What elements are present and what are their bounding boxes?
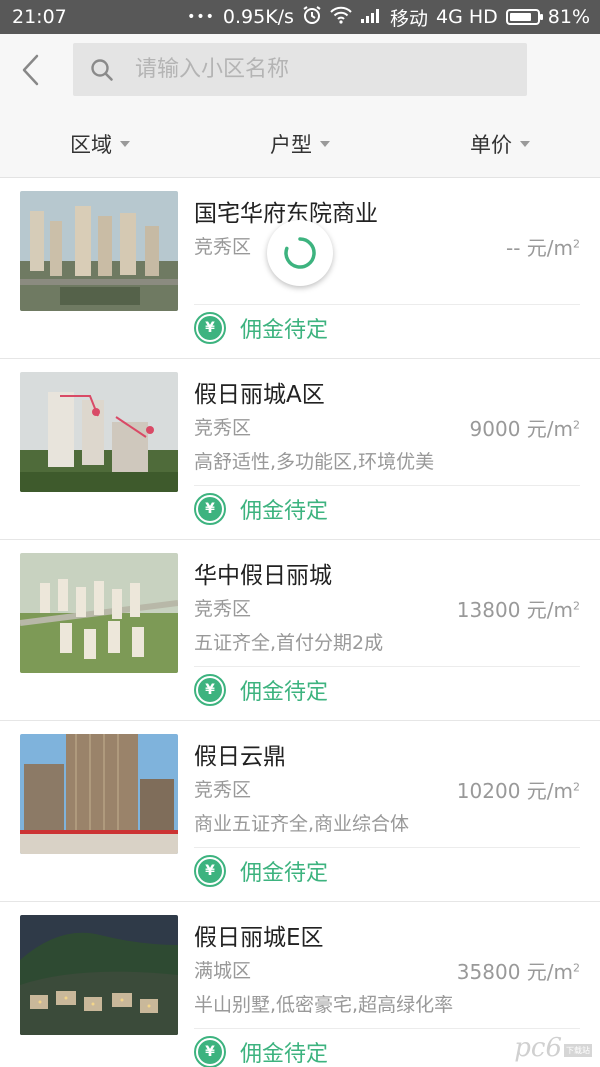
price-unit-superscript: 2: [573, 780, 580, 794]
search-icon: [91, 58, 113, 81]
commission-label: 佣金待定: [240, 1042, 329, 1067]
price-value: 9000 元/m: [469, 417, 573, 441]
watermark: pc6 下载站: [514, 1033, 592, 1063]
watermark-logo: pc6: [514, 1033, 562, 1063]
yen-icon: ¥: [194, 312, 226, 344]
price-unit-superscript: 2: [573, 599, 580, 613]
property-district: 竞秀区: [194, 236, 252, 258]
price-unit-superscript: 2: [573, 961, 580, 975]
dropdown-caret-icon: [520, 140, 530, 147]
search-box[interactable]: [73, 43, 527, 96]
battery-percent: 81%: [547, 6, 590, 28]
price-value: -- 元/m: [505, 236, 573, 260]
battery-icon: [505, 9, 543, 25]
property-district: 竞秀区: [194, 417, 252, 439]
property-image: [20, 372, 178, 492]
property-price: 9000 元/m2: [470, 413, 580, 442]
back-button[interactable]: [10, 48, 50, 92]
divider: [194, 666, 580, 667]
commission-row: ¥ 佣金待定: [194, 312, 328, 344]
battery-fill: [509, 13, 531, 21]
yen-icon: ¥: [194, 493, 226, 525]
carrier-label: 移动: [389, 7, 428, 30]
property-name: 华中假日丽城: [194, 563, 332, 589]
divider: [194, 485, 580, 486]
property-name: 假日丽城A区: [194, 382, 325, 408]
commission-row: ¥ 佣金待定: [194, 1036, 328, 1067]
dropdown-caret-icon: [320, 140, 330, 147]
property-price: 35800 元/m2: [457, 956, 580, 985]
filter-layout-label: 户型: [270, 132, 312, 157]
watermark-sub: 下载站: [564, 1044, 592, 1057]
commission-label: 佣金待定: [240, 861, 329, 886]
price-value: 35800 元/m: [456, 960, 573, 984]
price-unit-superscript: 2: [573, 418, 580, 432]
listing-item[interactable]: 假日云鼎 竞秀区 10200 元/m2 商业五证齐全,商业综合体 ¥ 佣金待定: [0, 721, 600, 902]
listing-item[interactable]: 假日丽城E区 满城区 35800 元/m2 半山别墅,低密豪宅,超高绿化率 ¥ …: [0, 902, 600, 1067]
property-price: 13800 元/m2: [457, 594, 580, 623]
yen-icon: ¥: [194, 1036, 226, 1067]
property-features: 高舒适性,多功能区,环境优美: [194, 451, 435, 473]
property-image: [20, 191, 178, 311]
search-input[interactable]: [135, 57, 475, 82]
more-dots: •••: [187, 9, 215, 25]
back-arrow-icon: [22, 54, 39, 86]
status-indicators: ••• 0.95K/s 移动 4G HD 81%: [187, 4, 590, 31]
filter-area[interactable]: 区域: [0, 110, 200, 177]
price-value: 10200 元/m: [456, 779, 573, 803]
loading-spinner: [267, 220, 333, 286]
divider: [194, 304, 580, 305]
network-speed: 0.95K/s: [222, 6, 294, 28]
filter-unit-price[interactable]: 单价: [400, 110, 600, 177]
dropdown-caret-icon: [120, 140, 130, 147]
filter-unit-price-label: 单价: [470, 132, 512, 157]
status-time: 21:07: [12, 6, 67, 28]
commission-row: ¥ 佣金待定: [194, 855, 328, 887]
status-bar: 21:07 ••• 0.95K/s 移动 4G HD 81%: [0, 0, 600, 34]
filter-bar: 区域 户型 单价: [0, 110, 600, 178]
property-price: -- 元/m2: [506, 232, 580, 261]
price-value: 13800 元/m: [456, 598, 573, 622]
yen-icon: ¥: [194, 674, 226, 706]
network-type: 4G HD: [435, 6, 498, 28]
property-features: 半山别墅,低密豪宅,超高绿化率: [194, 994, 454, 1016]
property-name: 假日丽城E区: [194, 925, 324, 951]
yen-icon: ¥: [194, 855, 226, 887]
alarm-icon: [302, 5, 322, 30]
commission-row: ¥ 佣金待定: [194, 674, 328, 706]
header: [0, 34, 600, 110]
property-price: 10200 元/m2: [457, 775, 580, 804]
listing-item[interactable]: 假日丽城A区 竞秀区 9000 元/m2 高舒适性,多功能区,环境优美 ¥ 佣金…: [0, 359, 600, 540]
commission-label: 佣金待定: [240, 680, 329, 705]
filter-area-label: 区域: [70, 132, 112, 157]
property-district: 竞秀区: [194, 598, 252, 620]
property-image: [20, 734, 178, 854]
filter-layout[interactable]: 户型: [200, 110, 400, 177]
property-image: [20, 553, 178, 673]
property-image: [20, 915, 178, 1035]
commission-label: 佣金待定: [240, 499, 329, 524]
property-features: 五证齐全,首付分期2成: [194, 632, 384, 654]
property-features: 商业五证齐全,商业综合体: [194, 813, 410, 835]
price-unit-superscript: 2: [573, 237, 580, 251]
divider: [194, 1028, 580, 1029]
divider: [194, 847, 580, 848]
wifi-icon: [330, 6, 352, 29]
property-district: 满城区: [194, 960, 252, 982]
commission-label: 佣金待定: [240, 318, 329, 343]
signal-icon: [360, 6, 382, 28]
property-name: 假日云鼎: [194, 744, 286, 770]
commission-row: ¥ 佣金待定: [194, 493, 328, 525]
listing-item[interactable]: 华中假日丽城 竞秀区 13800 元/m2 五证齐全,首付分期2成 ¥ 佣金待定: [0, 540, 600, 721]
property-district: 竞秀区: [194, 779, 252, 801]
spinner-icon: [284, 237, 316, 269]
